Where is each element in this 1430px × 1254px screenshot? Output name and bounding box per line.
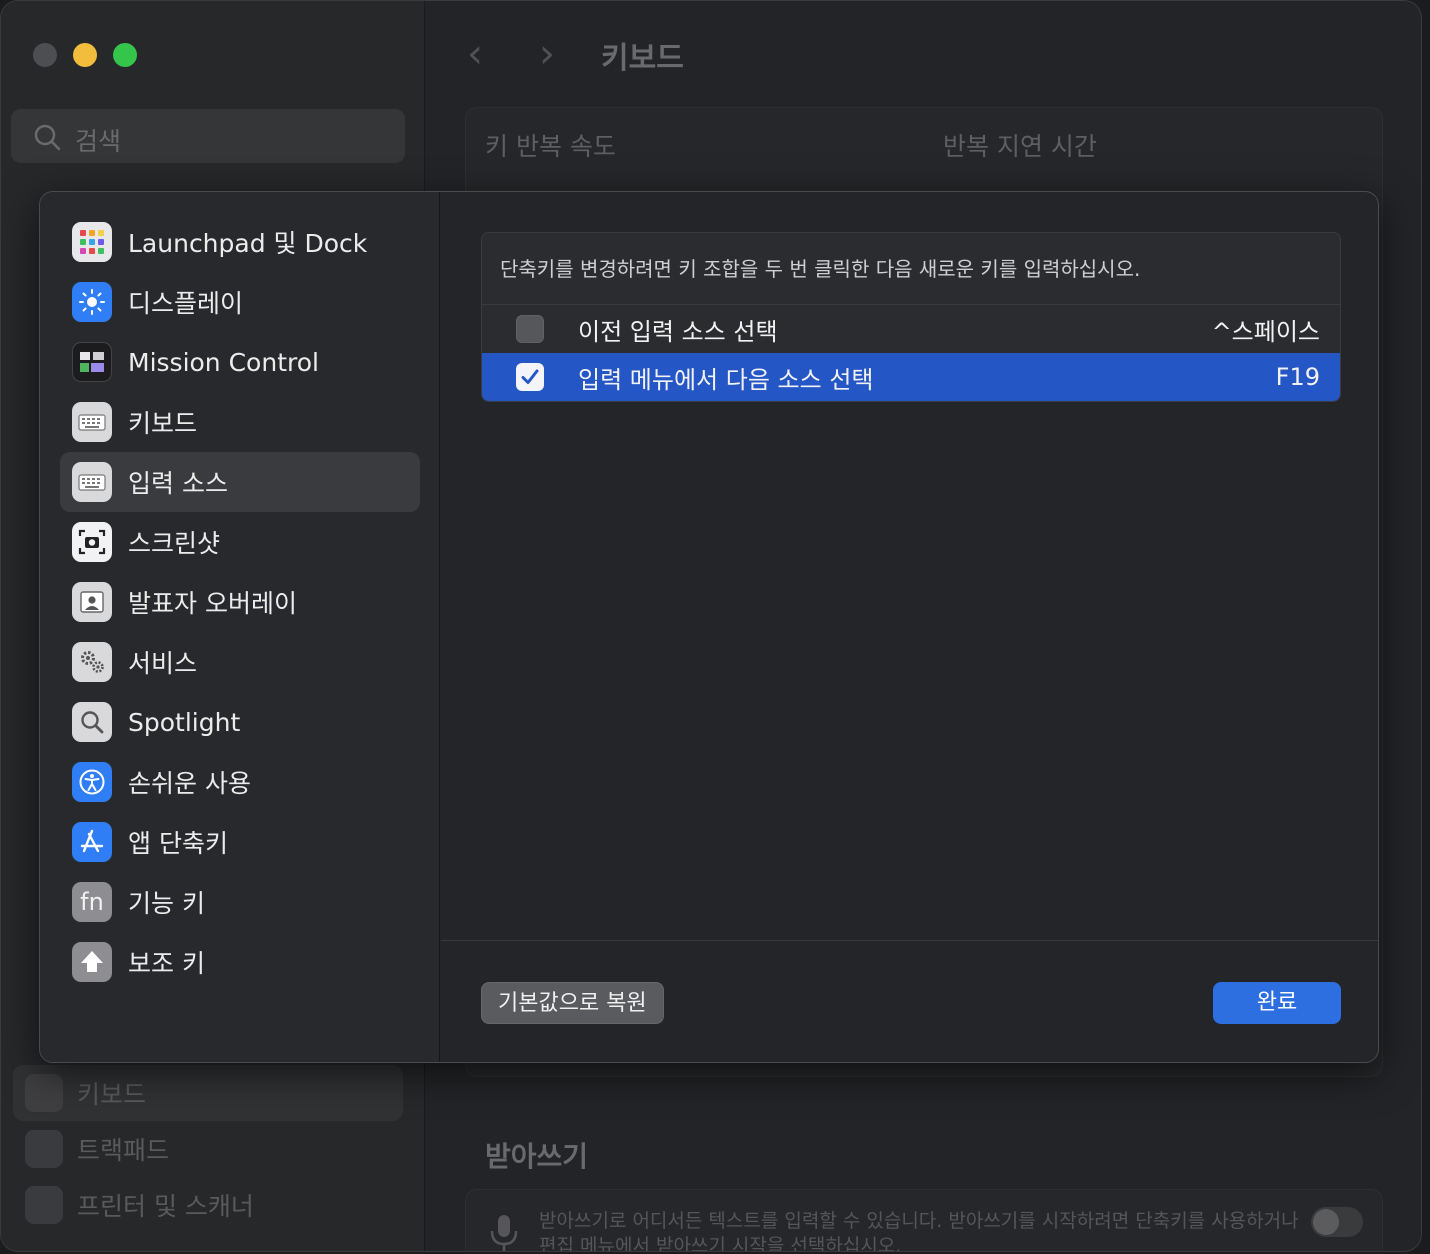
fn-glyph: fn xyxy=(80,888,104,916)
shortcut-checkbox[interactable] xyxy=(516,363,544,391)
category-label: 발표자 오버레이 xyxy=(128,589,297,618)
category-label: 디스플레이 xyxy=(128,289,244,318)
repeat-delay-label: 반복 지연 시간 xyxy=(943,132,1097,161)
category-modifier-keys[interactable]: 보조 키 xyxy=(60,932,420,992)
spotlight-icon xyxy=(72,702,112,742)
presenter-overlay-icon xyxy=(72,582,112,622)
sidebar-item-printers[interactable]: 프린터 및 스캐너 xyxy=(13,1177,403,1233)
shortcut-key[interactable]: F19 xyxy=(1276,363,1320,391)
category-screenshots[interactable]: 스크린샷 xyxy=(60,512,420,572)
shortcut-detail-pane: 단축키를 변경하려면 키 조합을 두 번 클릭한 다음 새로운 키를 입력하십시… xyxy=(441,192,1378,1062)
category-label: Spotlight xyxy=(128,707,241,737)
category-spotlight[interactable]: Spotlight xyxy=(60,692,420,752)
dictation-description: 받아쓰기로 어디서든 텍스트를 입력할 수 있습니다. 받아쓰기를 시작하려면 … xyxy=(539,1210,1299,1252)
category-accessibility[interactable]: 손쉬운 사용 xyxy=(60,752,420,812)
shortcut-label: 이전 입력 소스 선택 xyxy=(578,317,778,346)
sidebar-item-keyboard[interactable]: 키보드 xyxy=(13,1065,403,1121)
minimize-window-button[interactable] xyxy=(73,43,97,67)
modifier-keys-icon xyxy=(72,942,112,982)
accessibility-icon xyxy=(72,762,112,802)
category-label: 키보드 xyxy=(128,409,198,438)
dictation-title: 받아쓰기 xyxy=(485,1140,589,1173)
display-icon xyxy=(72,282,112,322)
shortcut-row-previous-source[interactable]: 이전 입력 소스 선택 ^스페이스 xyxy=(482,305,1340,353)
zoom-window-button[interactable] xyxy=(113,43,137,67)
input-source-icon xyxy=(72,462,112,502)
category-label: 앱 단축키 xyxy=(128,829,228,858)
category-label: 입력 소스 xyxy=(128,469,228,498)
app-shortcuts-icon xyxy=(72,822,112,862)
dictation-toggle[interactable] xyxy=(1311,1207,1363,1237)
category-launchpad-dock[interactable]: Launchpad 및 Dock xyxy=(60,212,420,272)
category-presenter-overlay[interactable]: 발표자 오버레이 xyxy=(60,572,420,632)
page-title: 키보드 xyxy=(601,41,684,76)
table-instruction: 단축키를 변경하려면 키 조합을 두 번 클릭한 다음 새로운 키를 입력하십시… xyxy=(482,233,1340,305)
shortcut-table: 단축키를 변경하려면 키 조합을 두 번 클릭한 다음 새로운 키를 입력하십시… xyxy=(481,232,1341,402)
search-icon xyxy=(34,124,61,151)
sidebar-item-label: 프린터 및 스캐너 xyxy=(77,1192,254,1221)
search-placeholder: 검색 xyxy=(75,127,122,156)
category-label: 서비스 xyxy=(128,649,198,678)
shortcut-category-list: Launchpad 및 Dock 디스플레이 Mission Control 키… xyxy=(40,192,440,1062)
shortcut-checkbox[interactable] xyxy=(516,315,544,343)
restore-defaults-button[interactable]: 기본값으로 복원 xyxy=(481,982,664,1024)
category-label: 스크린샷 xyxy=(128,529,221,558)
sidebar-item-label: 트랙패드 xyxy=(77,1136,170,1165)
category-mission-control[interactable]: Mission Control xyxy=(60,332,420,392)
category-input-sources[interactable]: 입력 소스 xyxy=(60,452,420,512)
microphone-icon xyxy=(490,1215,518,1251)
launchpad-icon xyxy=(72,222,112,262)
shortcut-key[interactable]: ^스페이스 xyxy=(1212,312,1320,347)
category-label: 기능 키 xyxy=(128,889,205,918)
category-label: 손쉬운 사용 xyxy=(128,769,251,798)
close-window-button[interactable] xyxy=(33,43,57,67)
sidebar-item-label: 키보드 xyxy=(77,1080,147,1109)
footer-divider xyxy=(441,940,1378,941)
screenshot-icon xyxy=(72,522,112,562)
category-services[interactable]: 서비스 xyxy=(60,632,420,692)
category-label: 보조 키 xyxy=(128,949,205,978)
function-keys-icon: fn xyxy=(72,882,112,922)
shortcut-row-next-source[interactable]: 입력 메뉴에서 다음 소스 선택 F19 xyxy=(482,353,1340,401)
category-keyboard[interactable]: 키보드 xyxy=(60,392,420,452)
keyboard-icon xyxy=(25,1074,63,1112)
shortcut-label: 입력 메뉴에서 다음 소스 선택 xyxy=(578,365,874,394)
services-icon xyxy=(72,642,112,682)
category-label: Launchpad 및 Dock xyxy=(128,229,368,258)
done-button[interactable]: 완료 xyxy=(1213,982,1341,1024)
checkmark-icon xyxy=(521,369,539,384)
category-function-keys[interactable]: fn 기능 키 xyxy=(60,872,420,932)
trackpad-icon xyxy=(25,1130,63,1168)
category-app-shortcuts[interactable]: 앱 단축키 xyxy=(60,812,420,872)
mission-control-icon xyxy=(72,342,112,382)
search-field[interactable]: 검색 xyxy=(11,109,405,163)
keyboard-icon xyxy=(72,402,112,442)
sidebar-item-trackpad[interactable]: 트랙패드 xyxy=(13,1121,403,1177)
keyboard-shortcuts-sheet: Launchpad 및 Dock 디스플레이 Mission Control 키… xyxy=(39,191,1379,1063)
printer-icon xyxy=(25,1186,63,1224)
category-display[interactable]: 디스플레이 xyxy=(60,272,420,332)
key-repeat-label: 키 반복 속도 xyxy=(485,132,616,161)
category-label: Mission Control xyxy=(128,347,319,377)
forward-button[interactable]: › xyxy=(539,31,555,77)
settings-window: 검색 키보드 트랙패드 프린터 및 스캐너 ‹ › 키보드 키 반복 속도 반복… xyxy=(0,0,1422,1252)
back-button[interactable]: ‹ xyxy=(467,31,483,77)
